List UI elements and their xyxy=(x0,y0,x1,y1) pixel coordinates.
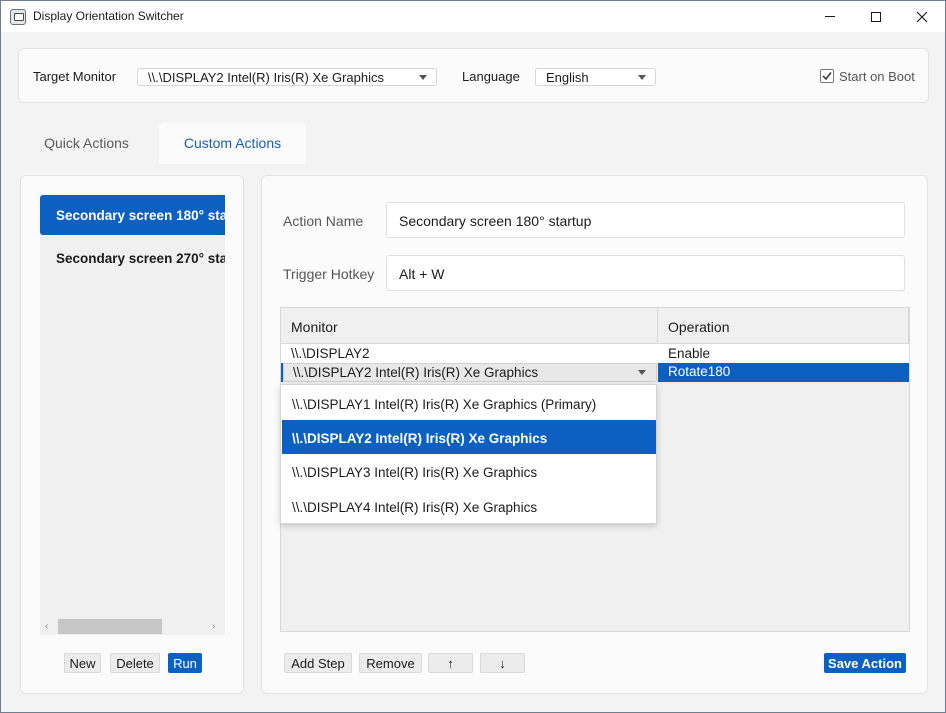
scroll-right-icon[interactable]: › xyxy=(212,621,215,632)
minimize-icon xyxy=(825,16,835,17)
table-row[interactable]: \\.\DISPLAY2 Enable xyxy=(281,344,909,363)
maximize-icon xyxy=(871,11,881,22)
operation-cell[interactable]: Enable xyxy=(668,346,710,361)
move-down-button[interactable]: ↓ xyxy=(480,653,525,673)
start-on-boot-checkbox[interactable] xyxy=(820,69,834,83)
scrollbar-thumb[interactable] xyxy=(58,619,162,634)
new-button[interactable]: New xyxy=(64,653,101,673)
language-select[interactable]: English xyxy=(535,68,656,86)
add-step-button[interactable]: Add Step xyxy=(284,653,352,673)
column-header-monitor[interactable]: Monitor xyxy=(291,319,338,335)
table-row[interactable]: \\.\DISPLAY2 Intel(R) Iris(R) Xe Graphic… xyxy=(281,363,909,382)
target-monitor-label: Target Monitor xyxy=(33,69,117,84)
scroll-left-icon[interactable]: ‹ xyxy=(45,621,48,632)
delete-button[interactable]: Delete xyxy=(110,653,160,673)
grid-header: Monitor Operation xyxy=(281,308,909,344)
action-name-input[interactable]: Secondary screen 180° startup xyxy=(386,202,905,238)
close-icon xyxy=(916,11,928,22)
checkmark-icon xyxy=(822,72,832,81)
target-monitor-select[interactable]: \\.\DISPLAY2 Intel(R) Iris(R) Xe Graphic… xyxy=(137,68,437,86)
window-title: Display Orientation Switcher xyxy=(33,9,184,23)
column-header-operation[interactable]: Operation xyxy=(668,319,729,335)
horizontal-scrollbar[interactable]: ‹ › xyxy=(40,618,225,635)
maximize-button[interactable] xyxy=(853,1,899,32)
dropdown-option[interactable]: \\.\DISPLAY3 Intel(R) Iris(R) Xe Graphic… xyxy=(282,454,656,488)
app-icon xyxy=(10,9,26,25)
dropdown-option[interactable]: \\.\DISPLAY1 Intel(R) Iris(R) Xe Graphic… xyxy=(282,386,656,420)
language-value: English xyxy=(546,70,589,85)
trigger-hotkey-label: Trigger Hotkey xyxy=(283,266,375,282)
chevron-down-icon xyxy=(638,75,646,80)
chevron-down-icon xyxy=(419,75,427,80)
monitor-cell[interactable]: \\.\DISPLAY2 xyxy=(291,346,370,361)
column-divider xyxy=(908,308,909,344)
move-up-button[interactable]: ↑ xyxy=(428,653,473,673)
operation-cell[interactable]: Rotate180 xyxy=(658,363,909,382)
dropdown-option-selected[interactable]: \\.\DISPLAY2 Intel(R) Iris(R) Xe Graphic… xyxy=(282,420,656,454)
action-name-label: Action Name xyxy=(283,213,364,229)
language-label: Language xyxy=(462,69,520,84)
column-divider[interactable] xyxy=(657,308,658,344)
monitor-cell-value: \\.\DISPLAY2 Intel(R) Iris(R) Xe Graphic… xyxy=(293,365,539,380)
save-action-button[interactable]: Save Action xyxy=(824,653,906,673)
remove-button[interactable]: Remove xyxy=(359,653,422,673)
trigger-hotkey-input[interactable]: Alt + W xyxy=(386,255,905,291)
target-monitor-value: \\.\DISPLAY2 Intel(R) Iris(R) Xe Graphic… xyxy=(148,70,384,85)
run-button[interactable]: Run xyxy=(168,653,202,673)
title-bar: Display Orientation Switcher xyxy=(1,1,945,32)
tab-custom-actions[interactable]: Custom Actions xyxy=(159,122,306,164)
minimize-button[interactable] xyxy=(807,1,853,32)
start-on-boot-label[interactable]: Start on Boot xyxy=(839,69,915,84)
monitor-dropdown-list[interactable]: \\.\DISPLAY1 Intel(R) Iris(R) Xe Graphic… xyxy=(280,384,657,524)
close-button[interactable] xyxy=(899,1,945,32)
actions-list-panel: Secondary screen 180° startup Secondary … xyxy=(20,175,244,694)
app-window: Display Orientation Switcher Target Moni… xyxy=(0,0,946,713)
list-item[interactable]: Secondary screen 180° startup xyxy=(40,195,225,235)
settings-card: Target Monitor \\.\DISPLAY2 Intel(R) Iri… xyxy=(18,48,929,103)
tab-quick-actions[interactable]: Quick Actions xyxy=(28,122,145,164)
actions-list[interactable]: Secondary screen 180° startup Secondary … xyxy=(40,195,225,635)
chevron-down-icon[interactable] xyxy=(638,370,646,375)
monitor-cell-combo[interactable]: \\.\DISPLAY2 Intel(R) Iris(R) Xe Graphic… xyxy=(283,363,657,382)
list-item[interactable]: Secondary screen 270° startup xyxy=(40,238,225,278)
dropdown-option[interactable]: \\.\DISPLAY4 Intel(R) Iris(R) Xe Graphic… xyxy=(282,489,656,523)
